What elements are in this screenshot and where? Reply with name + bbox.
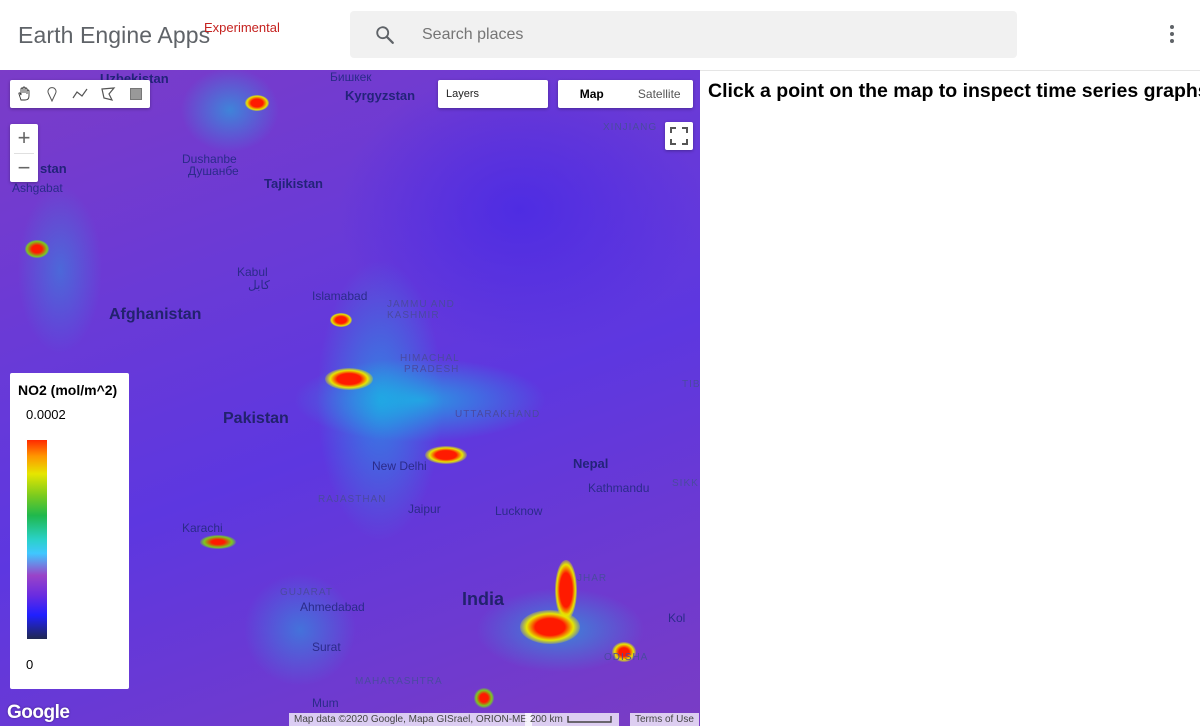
no2-legend: NO2 (mol/m^2) 0.0002 0 — [10, 373, 129, 689]
map-label-xinjiang: XINJIANG — [603, 122, 658, 133]
more-vert-icon[interactable] — [1160, 22, 1184, 48]
no2-hotspot — [325, 368, 373, 390]
map-label-odisha: ODISHA — [604, 652, 649, 663]
polygon-draw-icon[interactable] — [94, 80, 122, 108]
zoom-out-button[interactable]: − — [10, 154, 38, 183]
map-label-tajikistan: Tajikistan — [264, 176, 324, 191]
map-label-lucknow: Lucknow — [495, 504, 543, 518]
terms-of-use-link[interactable]: Terms of Use — [630, 713, 699, 726]
map-label-kabul-local: کابل — [248, 278, 270, 292]
map-label-gujarat: GUJARAT — [280, 587, 333, 598]
map-label-kathmandu: Kathmandu — [588, 481, 650, 495]
map-label-kabul: Kabul — [237, 265, 268, 279]
layers-dropdown[interactable]: Layers — [438, 80, 548, 108]
no2-hotspot — [425, 446, 467, 464]
map-label-bishkek: Бишкек — [330, 70, 372, 84]
map-label-india: India — [462, 589, 505, 609]
app-title: Earth Engine Apps — [18, 22, 211, 48]
map-label-ashgabat: Ashgabat — [12, 181, 63, 195]
no2-hotspot — [200, 535, 236, 549]
map-label-mumbai: Mum — [312, 696, 339, 710]
google-logo: Google — [7, 702, 70, 723]
scale-bar-graphic — [567, 716, 612, 723]
map-label-kolkata: Kol — [668, 611, 686, 625]
no2-hotspot — [520, 610, 580, 644]
drawing-toolbar — [10, 80, 150, 108]
map-label-turkmenistan: stan — [40, 161, 67, 176]
legend-color-ramp — [27, 440, 47, 639]
search-input[interactable] — [422, 11, 982, 58]
no2-hotspot — [474, 688, 494, 708]
map-type-satellite-button[interactable]: Satellite — [626, 80, 694, 108]
map-label-himachal: HIMACHAL — [400, 353, 460, 364]
experimental-badge: Experimental — [204, 20, 280, 35]
map-label-pakistan: Pakistan — [223, 410, 289, 427]
no2-hotspot — [25, 240, 49, 258]
map-scale-bar[interactable]: 200 km — [525, 713, 619, 726]
map-type-map-button[interactable]: Map — [558, 80, 626, 108]
map-label-sikkim: SIKK — [672, 478, 699, 489]
map-label-ahmedabad: Ahmedabad — [300, 600, 365, 614]
legend-min-value: 0 — [26, 657, 34, 672]
app-header: Earth Engine Apps Experimental — [0, 0, 1200, 71]
map-canvas[interactable]: Uzbekistan Kyrgyzstan Бишкек Dushanbe Ду… — [0, 70, 700, 726]
map-label-afghanistan: Afghanistan — [109, 306, 202, 323]
map-label-tibet: TIB — [682, 379, 700, 390]
map-label-kashmir: KASHMIR — [387, 310, 440, 321]
legend-max-value: 0.0002 — [26, 407, 66, 422]
map-label-dushanbe-local: Душанбе — [188, 164, 239, 178]
scale-label: 200 km — [530, 714, 563, 725]
map-attribution[interactable]: Map data ©2020 Google, Mapa GISrael, ORI… — [289, 713, 533, 726]
map-label-jaipur: Jaipur — [408, 502, 441, 516]
map-label-jammu: JAMMU AND — [387, 299, 455, 310]
marker-point-icon[interactable] — [38, 80, 66, 108]
legend-title: NO2 (mol/m^2) — [18, 382, 118, 398]
map-label-kyrgyzstan: Kyrgyzstan — [345, 88, 416, 103]
map-label-karachi: Karachi — [182, 521, 223, 535]
zoom-in-button[interactable]: + — [10, 124, 38, 153]
map-label-rajasthan: RAJASTHAN — [318, 494, 387, 505]
line-draw-icon[interactable] — [66, 80, 94, 108]
no2-hotspot — [245, 95, 269, 111]
map-label-pradesh: PRADESH — [404, 364, 460, 375]
no2-hotspot — [330, 313, 352, 327]
map-type-control: Map Satellite — [558, 80, 693, 108]
zoom-control: + − — [10, 124, 38, 182]
map-label-new-delhi: New Delhi — [372, 459, 427, 473]
search-box[interactable] — [350, 11, 1017, 58]
map-label-surat: Surat — [312, 640, 341, 654]
map-label-nepal: Nepal — [573, 456, 609, 471]
side-panel-heading: Click a point on the map to inspect time… — [708, 80, 1200, 102]
map-label-maharashtra: MAHARASHTRA — [355, 676, 443, 687]
search-icon — [376, 26, 394, 44]
fullscreen-icon — [670, 127, 688, 145]
map-label-uttarakhand: UTTARAKHAND — [455, 409, 541, 420]
hand-pan-icon[interactable] — [10, 80, 38, 108]
fullscreen-button[interactable] — [665, 122, 693, 150]
rectangle-draw-icon[interactable] — [122, 80, 150, 108]
map-label-islamabad: Islamabad — [312, 289, 368, 303]
map-label-jharkhand: JHAR — [577, 573, 608, 584]
